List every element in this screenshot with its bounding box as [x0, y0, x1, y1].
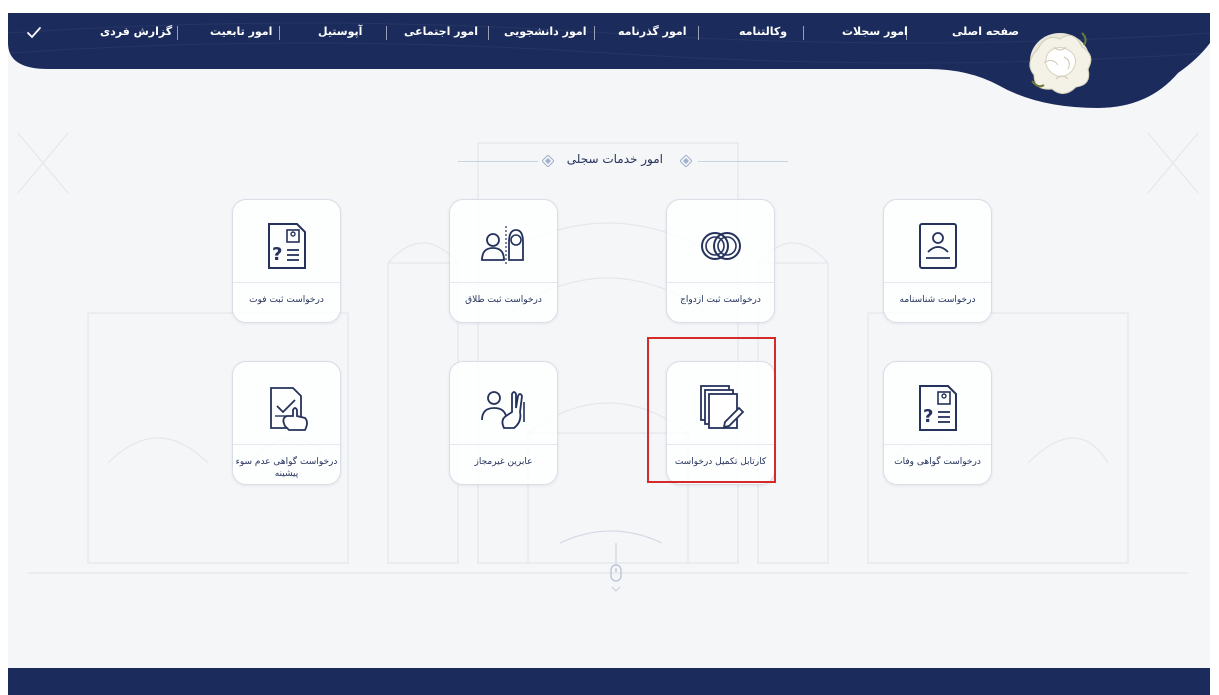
- nav-item-records[interactable]: امور سجلات: [842, 25, 908, 38]
- nav-item-social[interactable]: امور اجتماعی: [404, 25, 478, 38]
- mouse-scroll-icon[interactable]: [607, 543, 625, 599]
- document-question-icon: ?: [268, 223, 306, 269]
- nav-item-personal-report[interactable]: گزارش فردی: [100, 25, 172, 38]
- card-divider: [884, 444, 991, 445]
- section-title-text: امور خدمات سجلی: [566, 152, 663, 166]
- card-label: درخواست ثبت ازدواج: [680, 295, 761, 305]
- nav-separator: [594, 26, 595, 40]
- card-birth-certificate[interactable]: درخواست شناسنامه: [883, 199, 992, 323]
- card-divider: [884, 282, 991, 283]
- footer-bar: [8, 668, 1210, 695]
- section-title-line: [458, 161, 538, 162]
- flower-logo-icon[interactable]: [1018, 19, 1102, 103]
- card-label: درخواست ثبت طلاق: [465, 295, 542, 305]
- card-label: عابرین غیرمجاز: [474, 457, 533, 467]
- nav-separator: [698, 26, 699, 40]
- check-icon[interactable]: [26, 25, 42, 41]
- rings-icon: [701, 232, 741, 260]
- top-navigation-bar: صفحه اصلی امور سجلات وکالتنامه امور گذرن…: [8, 13, 1210, 133]
- nav-separator: [177, 26, 178, 40]
- section-title-line: [698, 161, 788, 162]
- nav-item-passport[interactable]: امور گذرنامه: [618, 25, 686, 38]
- card-no-criminal-record-certificate[interactable]: درخواست گواهی عدم سوء پیشینه: [232, 361, 341, 485]
- highlight-box: [647, 337, 776, 483]
- card-divider: [667, 282, 774, 283]
- nav-item-home[interactable]: صفحه اصلی: [952, 25, 1019, 38]
- card-label: درخواست گواهی وفات: [894, 457, 981, 467]
- scroll-arc: [559, 530, 663, 544]
- card-label: درخواست شناسنامه: [899, 295, 976, 305]
- card-divorce-registration[interactable]: درخواست ثبت طلاق: [449, 199, 558, 323]
- nav-item-apostille[interactable]: آپوستیل: [318, 25, 362, 38]
- nav-item-citizenship[interactable]: امور تابعیت: [210, 25, 272, 38]
- nav-separator: [803, 26, 804, 40]
- nav-item-power-of-attorney[interactable]: وکالتنامه: [739, 25, 787, 38]
- card-divider: [233, 444, 340, 445]
- svg-text:?: ?: [272, 244, 282, 265]
- card-death-registration[interactable]: ? درخواست ثبت فوت: [232, 199, 341, 323]
- card-divider: [450, 444, 557, 445]
- nav-separator: [279, 26, 280, 40]
- section-title: امور خدمات سجلی: [458, 150, 788, 172]
- document-check-hand-icon: [270, 387, 308, 431]
- document-question-icon: ?: [919, 385, 957, 431]
- diamond-ornament-icon: [680, 155, 692, 167]
- card-death-certificate[interactable]: ? درخواست گواهی وفات: [883, 361, 992, 485]
- diamond-ornament-icon: [542, 155, 554, 167]
- person-stop-icon: [481, 391, 525, 429]
- card-label: درخواست گواهی عدم سوء پیشینه: [235, 457, 338, 479]
- nav-item-students[interactable]: امور دانشجویی: [504, 25, 586, 38]
- nav-separator: [386, 26, 387, 40]
- nav-separator: [488, 26, 489, 40]
- main-canvas: صفحه اصلی امور سجلات وکالتنامه امور گذرن…: [8, 13, 1210, 695]
- card-unauthorized-travelers[interactable]: عابرین غیرمجاز: [449, 361, 558, 485]
- page: صفحه اصلی امور سجلات وکالتنامه امور گذرن…: [0, 0, 1219, 695]
- card-divider: [233, 282, 340, 283]
- svg-text:?: ?: [923, 406, 933, 427]
- card-label: درخواست ثبت فوت: [249, 295, 324, 305]
- card-divider: [450, 282, 557, 283]
- id-card-icon: [919, 223, 957, 269]
- couple-icon: [481, 226, 524, 266]
- card-marriage-registration[interactable]: درخواست ثبت ازدواج: [666, 199, 775, 323]
